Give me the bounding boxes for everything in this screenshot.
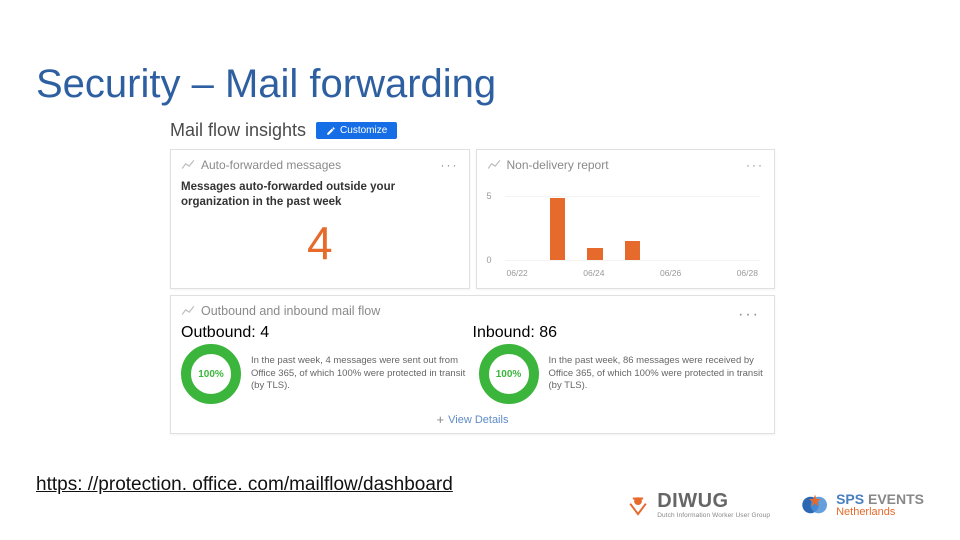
panel-title: Mail flow insights [170,120,306,141]
x-tick: 06/24 [583,268,604,278]
line-chart-icon [181,305,195,317]
plus-icon: + [437,412,445,427]
footer-logos: DIWUG Dutch Information Worker User Grou… [625,490,924,520]
sps-brand: SPS EVENTS [836,492,924,506]
outbound-label: Outbound: 4 [181,324,473,342]
customize-button-label: Customize [340,125,387,136]
sps-icon [800,490,830,520]
auto-forwarded-label: Messages auto-forwarded outside your org… [181,180,459,210]
outbound-item: 100% In the past week, 4 messages were s… [181,344,467,404]
more-icon[interactable]: ··· [746,158,764,172]
card-non-delivery[interactable]: Non-delivery report ··· 5 0 [476,149,776,289]
view-details-label: View Details [448,414,508,426]
inbound-text: In the past week, 86 messages were recei… [549,355,765,393]
diwug-logo: DIWUG Dutch Information Worker User Grou… [625,491,770,520]
line-chart-icon [487,159,501,171]
mailflow-dashboard: Mail flow insights Customize Auto-forwar… [170,120,775,434]
top-cards-row: Auto-forwarded messages ··· Messages aut… [170,149,775,289]
outbound-pct: 100% [198,369,224,380]
dashboard-url[interactable]: https: //protection. office. com/mailflo… [36,474,453,496]
inbound-item: 100% In the past week, 86 messages were … [479,344,765,404]
diwug-icon [625,492,651,518]
slide-title: Security – Mail forwarding [36,62,496,107]
inbound-label: Inbound: 86 [473,324,765,342]
bar [587,248,602,260]
inbound-pct: 100% [496,369,522,380]
y-tick: 0 [487,255,492,265]
mailflow-labels: Outbound: 4 Inbound: 86 [181,324,764,342]
more-icon[interactable]: ··· [738,306,760,324]
pencil-icon [326,126,336,136]
sps-region: Netherlands [836,507,924,518]
card-auto-forwarded[interactable]: Auto-forwarded messages ··· Messages aut… [170,149,470,289]
mailflow-body: 100% In the past week, 4 messages were s… [181,344,764,404]
y-tick: 5 [487,191,492,201]
x-tick: 06/26 [660,268,681,278]
customize-button[interactable]: Customize [316,122,397,139]
outbound-text: In the past week, 4 messages were sent o… [251,355,467,393]
panel-header: Mail flow insights Customize [170,120,775,141]
x-tick: 06/28 [737,268,758,278]
line-chart-icon [181,159,195,171]
card-title: Outbound and inbound mail flow [201,304,380,318]
sps-logo: SPS EVENTS Netherlands [800,490,924,520]
more-icon[interactable]: ··· [441,158,459,172]
card-title: Auto-forwarded messages [201,158,341,172]
view-details-link[interactable]: + View Details [181,412,764,427]
bar [625,241,640,260]
bar [550,198,565,260]
card-mailflow[interactable]: Outbound and inbound mail flow ··· Outbo… [170,295,775,434]
card-title: Non-delivery report [507,158,609,172]
outbound-donut: 100% [181,344,241,404]
ndr-bar-chart: 5 0 06/22 06/24 06/26 06/2 [487,178,765,278]
diwug-name: DIWUG [657,491,770,511]
auto-forwarded-value: 4 [181,216,459,270]
inbound-donut: 100% [479,344,539,404]
x-tick: 06/22 [507,268,528,278]
diwug-sub: Dutch Information Worker User Group [657,513,770,520]
